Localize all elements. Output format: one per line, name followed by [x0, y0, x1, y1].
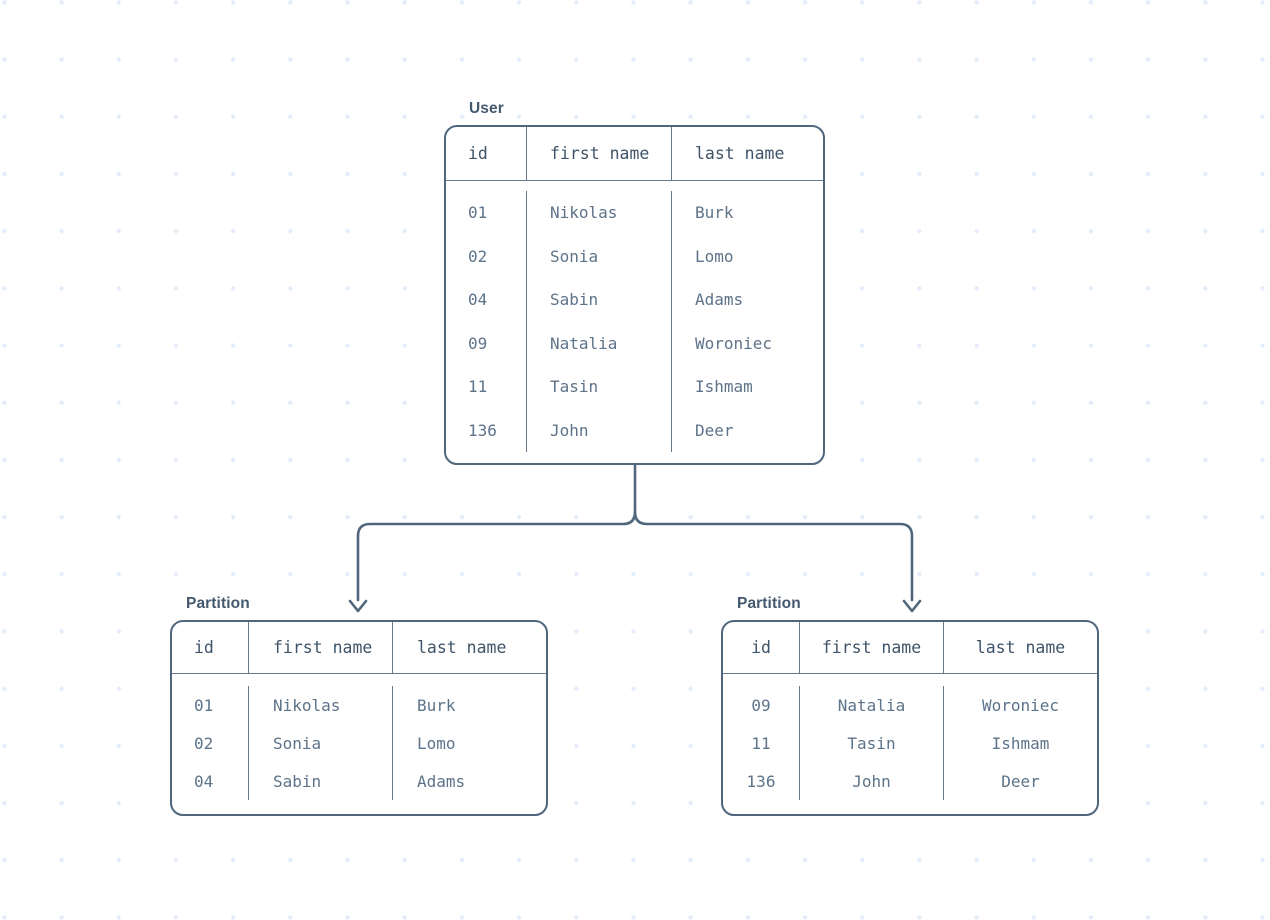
- diagram-canvas: User id first name last name 01 Nikolas …: [0, 0, 1270, 920]
- cell-id: 02: [194, 733, 214, 753]
- user-table: id first name last name 01 Nikolas Burk …: [444, 125, 825, 465]
- cell-last-name: Burk: [671, 191, 823, 235]
- table-header-row: id first name last name: [446, 127, 823, 181]
- table-row: 136 John Deer: [723, 762, 1097, 800]
- source-table-label: User: [469, 100, 504, 117]
- cell-first-name: Natalia: [799, 686, 943, 724]
- partition-block-left: Partition id first name last name 01 Nik…: [170, 595, 548, 816]
- cell-id: 11: [751, 733, 771, 753]
- partition-table-right: id first name last name 09 Natalia Woron…: [721, 620, 1099, 816]
- cell-id: 09: [468, 333, 488, 353]
- cell-first-name: Tasin: [526, 365, 671, 409]
- cell-first-name: Sonia: [248, 724, 392, 762]
- cell-last-name: Deer: [943, 762, 1097, 800]
- table-header-row: id first name last name: [723, 622, 1097, 674]
- column-header-last-name: last name: [943, 622, 1097, 673]
- cell-id: 01: [468, 203, 488, 223]
- cell-first-name: Nikolas: [526, 191, 671, 235]
- cell-last-name: Lomo: [671, 234, 823, 278]
- cell-first-name: Nikolas: [248, 686, 392, 724]
- cell-id: 136: [468, 420, 497, 440]
- table-row: 02 Sonia Lomo: [172, 724, 546, 762]
- column-header-last-name: last name: [392, 622, 546, 673]
- cell-first-name: John: [526, 408, 671, 452]
- column-header-id: id: [751, 638, 771, 657]
- table-row: 11 Tasin Ishmam: [446, 365, 823, 409]
- connector-stem: [356, 451, 637, 602]
- table-row: 01 Nikolas Burk: [172, 686, 546, 724]
- cell-id: 136: [746, 771, 776, 791]
- cell-last-name: Lomo: [392, 724, 546, 762]
- column-header-first-name: first name: [248, 622, 392, 673]
- cell-last-name: Deer: [671, 408, 823, 452]
- cell-id: 04: [468, 290, 488, 310]
- cell-first-name: John: [799, 762, 943, 800]
- column-header-id: id: [468, 144, 488, 163]
- partition-label-right: Partition: [737, 595, 801, 612]
- cell-last-name: Woroniec: [943, 686, 1097, 724]
- cell-last-name: Adams: [671, 278, 823, 322]
- partition-block-right: Partition id first name last name 09 Nat…: [721, 595, 1099, 816]
- table-body: 01 Nikolas Burk 02 Sonia Lomo 04 Sabin A…: [446, 181, 823, 463]
- partition-label-left: Partition: [186, 595, 250, 612]
- connector-right-branch: [633, 510, 914, 602]
- cell-first-name: Tasin: [799, 724, 943, 762]
- cell-first-name: Natalia: [526, 321, 671, 365]
- source-table-block: User id first name last name 01 Nikolas …: [444, 100, 825, 465]
- table-row: 09 Natalia Woroniec: [723, 686, 1097, 724]
- table-row: 04 Sabin Adams: [446, 278, 823, 322]
- cell-first-name: Sabin: [248, 762, 392, 800]
- cell-id: 11: [468, 377, 488, 397]
- cell-last-name: Ishmam: [671, 365, 823, 409]
- table-body: 09 Natalia Woroniec 11 Tasin Ishmam 136 …: [723, 674, 1097, 814]
- column-header-id: id: [194, 638, 214, 657]
- table-body: 01 Nikolas Burk 02 Sonia Lomo 04 Sabin A…: [172, 674, 546, 814]
- table-row: 04 Sabin Adams: [172, 762, 546, 800]
- cell-first-name: Sabin: [526, 278, 671, 322]
- table-row: 01 Nikolas Burk: [446, 191, 823, 235]
- partition-table-left: id first name last name 01 Nikolas Burk …: [170, 620, 548, 816]
- table-row: 11 Tasin Ishmam: [723, 724, 1097, 762]
- table-header-row: id first name last name: [172, 622, 546, 674]
- cell-last-name: Adams: [392, 762, 546, 800]
- cell-first-name: Sonia: [526, 234, 671, 278]
- table-row: 02 Sonia Lomo: [446, 234, 823, 278]
- cell-id: 09: [751, 695, 771, 715]
- cell-last-name: Woroniec: [671, 321, 823, 365]
- column-header-first-name: first name: [799, 622, 943, 673]
- column-header-last-name: last name: [671, 127, 823, 180]
- cell-id: 04: [194, 771, 214, 791]
- cell-last-name: Burk: [392, 686, 546, 724]
- cell-last-name: Ishmam: [943, 724, 1097, 762]
- table-row: 136 John Deer: [446, 408, 823, 452]
- column-header-first-name: first name: [526, 127, 671, 180]
- table-row: 09 Natalia Woroniec: [446, 321, 823, 365]
- cell-id: 02: [468, 246, 488, 266]
- cell-id: 01: [194, 695, 214, 715]
